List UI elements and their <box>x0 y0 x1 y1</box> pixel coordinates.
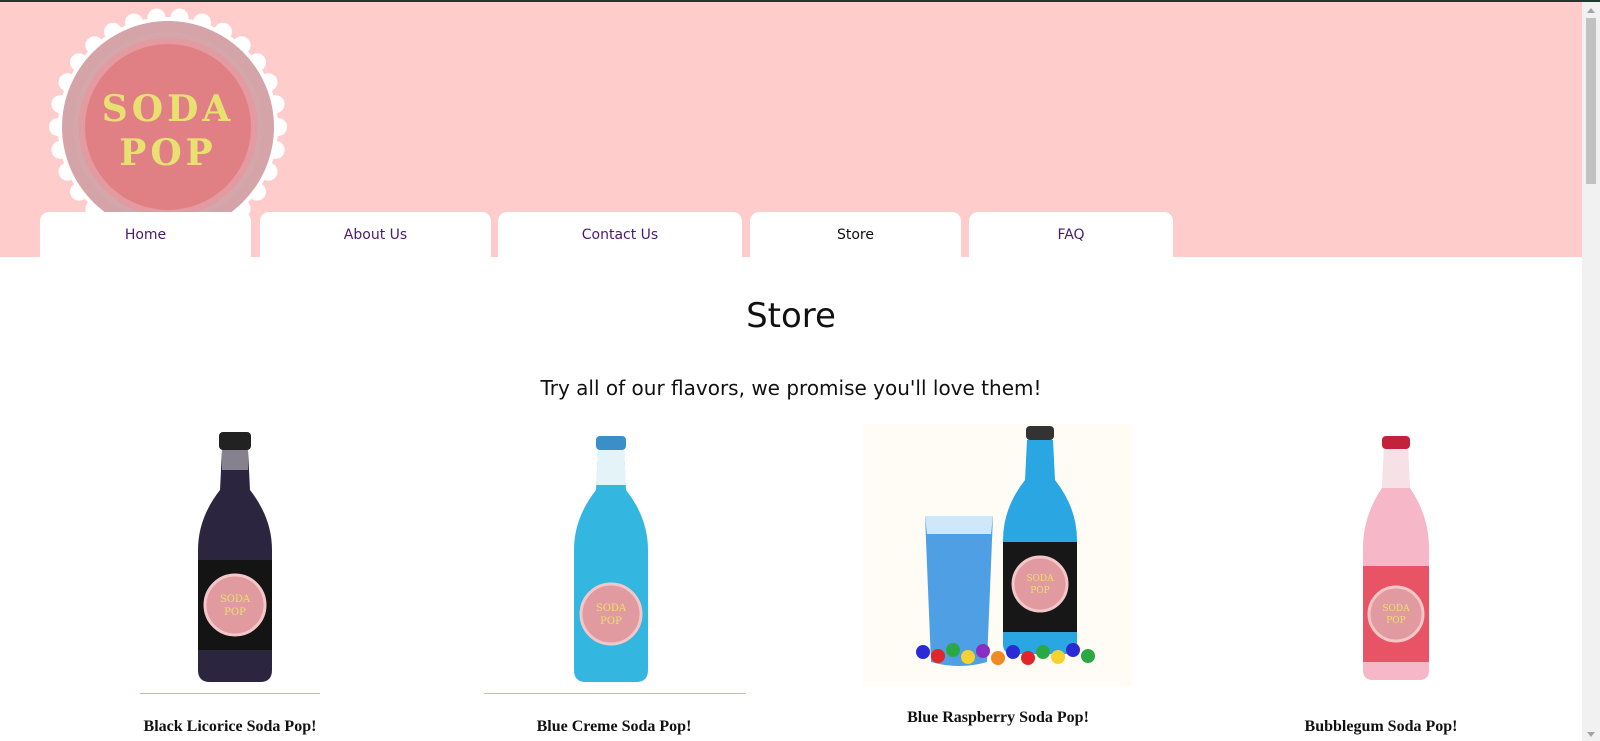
scroll-down-arrow-icon[interactable] <box>1587 732 1595 737</box>
seal-text-line1: SODA <box>1026 574 1054 584</box>
nav-tab-label: FAQ <box>1057 226 1085 243</box>
product-name-blue-creme: Blue Creme Soda Pop! <box>536 718 692 735</box>
vertical-scrollbar[interactable] <box>1582 2 1600 741</box>
logo-text-line1: SODA <box>101 88 235 130</box>
nav-tab-faq[interactable]: FAQ <box>969 212 1173 257</box>
soda-pop-logo[interactable]: SODA POP <box>49 8 287 246</box>
seal-text-line2: POP <box>1386 616 1406 626</box>
page-title: Store <box>746 296 836 336</box>
product-name-blue-raspberry: Blue Raspberry Soda Pop! <box>907 709 1089 726</box>
seal-text-line2: POP <box>1030 586 1050 596</box>
nav-tab-label: Home <box>124 226 167 243</box>
product-image-bubblegum[interactable]: SODA POP <box>1341 430 1451 686</box>
seal-text-line2: POP <box>600 616 622 627</box>
product-divider <box>484 693 746 694</box>
page-subtitle: Try all of our flavors, we promise you'l… <box>540 376 1042 400</box>
nav-tab-home[interactable]: Home <box>40 212 251 257</box>
soda-bottle-icon: SODA POP <box>198 432 272 682</box>
scroll-up-arrow-icon[interactable] <box>1587 8 1595 13</box>
site-header: SODA POP Home About Us Contact Us Store … <box>0 2 1582 257</box>
product-image-blue-raspberry[interactable]: SODA POP <box>863 424 1133 686</box>
product-image-blue-creme[interactable]: SODA POP <box>556 430 666 686</box>
seal-text-line1: SODA <box>220 594 251 605</box>
product-name-bubblegum: Bubblegum Soda Pop! <box>1304 718 1458 735</box>
nav-tab-label: Contact Us <box>581 226 659 243</box>
product-image-black-licorice[interactable]: SODA POP <box>180 430 290 686</box>
soda-bottle-with-glass-icon: SODA POP <box>916 426 1095 666</box>
nav-tab-store[interactable]: Store <box>750 212 961 257</box>
scrollbar-thumb[interactable] <box>1586 18 1596 184</box>
seal-text-line2: POP <box>224 607 246 618</box>
seal-text-line1: SODA <box>1382 604 1410 614</box>
logo-text-line2: POP <box>119 132 217 174</box>
product-divider <box>140 693 320 694</box>
soda-bottle-icon: SODA POP <box>574 436 648 682</box>
nav-tab-label: Store <box>836 226 874 243</box>
soda-bottle-icon: SODA POP <box>1363 436 1429 680</box>
seal-text-line1: SODA <box>596 603 627 614</box>
nav-tab-about-us[interactable]: About Us <box>260 212 491 257</box>
nav-tab-label: About Us <box>343 226 408 243</box>
nav-tab-contact-us[interactable]: Contact Us <box>498 212 742 257</box>
product-name-black-licorice: Black Licorice Soda Pop! <box>143 718 317 735</box>
